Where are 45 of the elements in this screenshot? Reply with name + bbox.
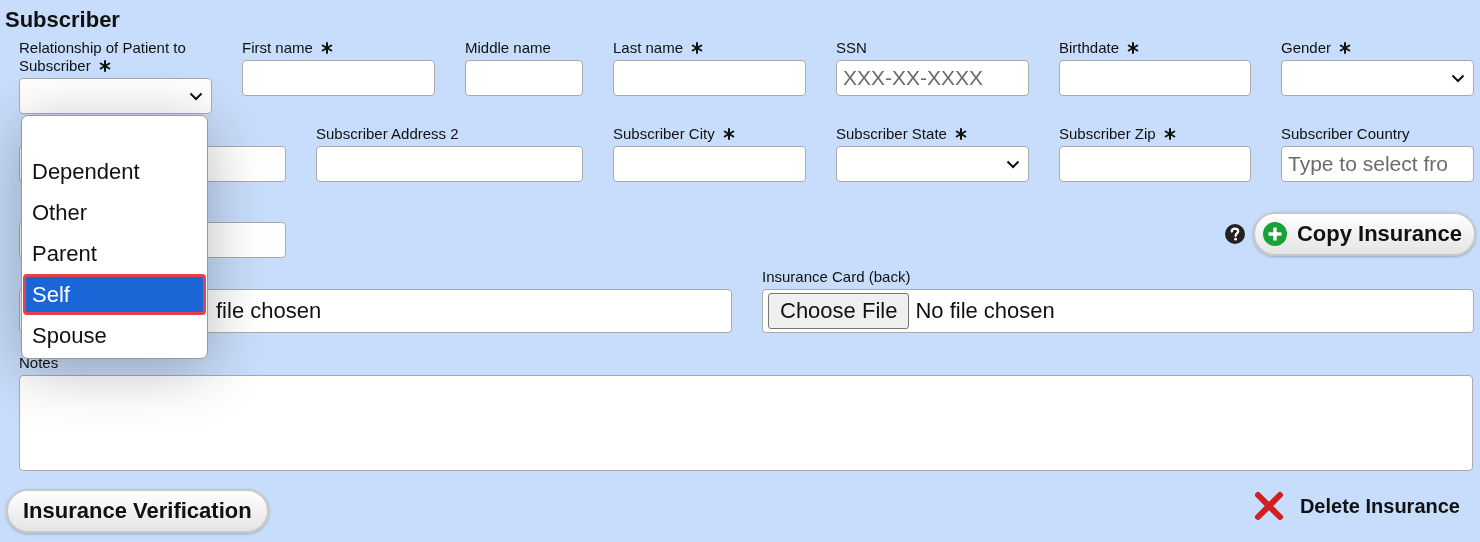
field-label: First name <box>242 39 313 56</box>
field-label: SSN <box>836 39 867 56</box>
select-field[interactable] <box>1281 60 1474 96</box>
text-field[interactable] <box>1059 146 1251 182</box>
file-status: file chosen <box>216 298 322 324</box>
text-field[interactable]: Type to select fro <box>1281 146 1474 182</box>
caret-icon <box>189 92 203 101</box>
dropdown-option[interactable]: Other <box>23 192 206 233</box>
text-field[interactable] <box>316 146 583 182</box>
insurance-verification-button[interactable]: Insurance Verification <box>6 489 269 533</box>
caret-icon <box>1006 160 1020 169</box>
delete-insurance-button[interactable]: Delete Insurance <box>1253 491 1460 521</box>
select-field[interactable] <box>19 78 212 114</box>
section-title: Subscriber <box>5 7 120 33</box>
field-label: Notes <box>19 354 59 371</box>
field-label: Birthdate <box>1059 39 1120 56</box>
field-label: Gender <box>1281 39 1332 56</box>
field-label: Subscriber Zip <box>1059 125 1156 142</box>
plus-icon <box>1262 222 1287 246</box>
text-field[interactable] <box>242 60 435 96</box>
text-field[interactable] <box>1059 60 1251 96</box>
select-field[interactable] <box>836 146 1029 182</box>
caret-icon <box>1451 74 1465 83</box>
text-field[interactable]: XXX-XX-XXXX <box>836 60 1029 96</box>
text-field[interactable] <box>613 146 806 182</box>
dropdown-option[interactable]: Parent <box>23 233 206 274</box>
text-field[interactable] <box>465 60 583 96</box>
file-status: No file chosen <box>915 298 1055 324</box>
text-field[interactable] <box>613 60 806 96</box>
field-label: Last name <box>613 39 684 56</box>
dropdown-option[interactable]: Dependent <box>23 151 206 192</box>
dropdown-option[interactable]: Self <box>23 274 206 315</box>
field-label: Subscriber Address 2 <box>316 125 459 142</box>
field-label: Subscriber City <box>613 125 715 142</box>
x-icon <box>1253 491 1284 521</box>
field-label: Middle name <box>465 39 551 56</box>
file-field[interactable]: Choose File No file chosen <box>762 289 1474 333</box>
field-label: Relationship of Patient to Subscriber <box>19 39 186 74</box>
choose-file-button[interactable]: Choose File <box>768 293 910 329</box>
help-icon[interactable] <box>1224 224 1245 244</box>
field-label: Insurance Card (back) <box>762 268 911 285</box>
field-label: Subscriber State <box>836 125 947 142</box>
notes-field[interactable] <box>19 375 1473 471</box>
field-label: Subscriber Country <box>1281 125 1410 142</box>
copy-insurance-button[interactable]: Copy Insurance <box>1252 212 1476 256</box>
